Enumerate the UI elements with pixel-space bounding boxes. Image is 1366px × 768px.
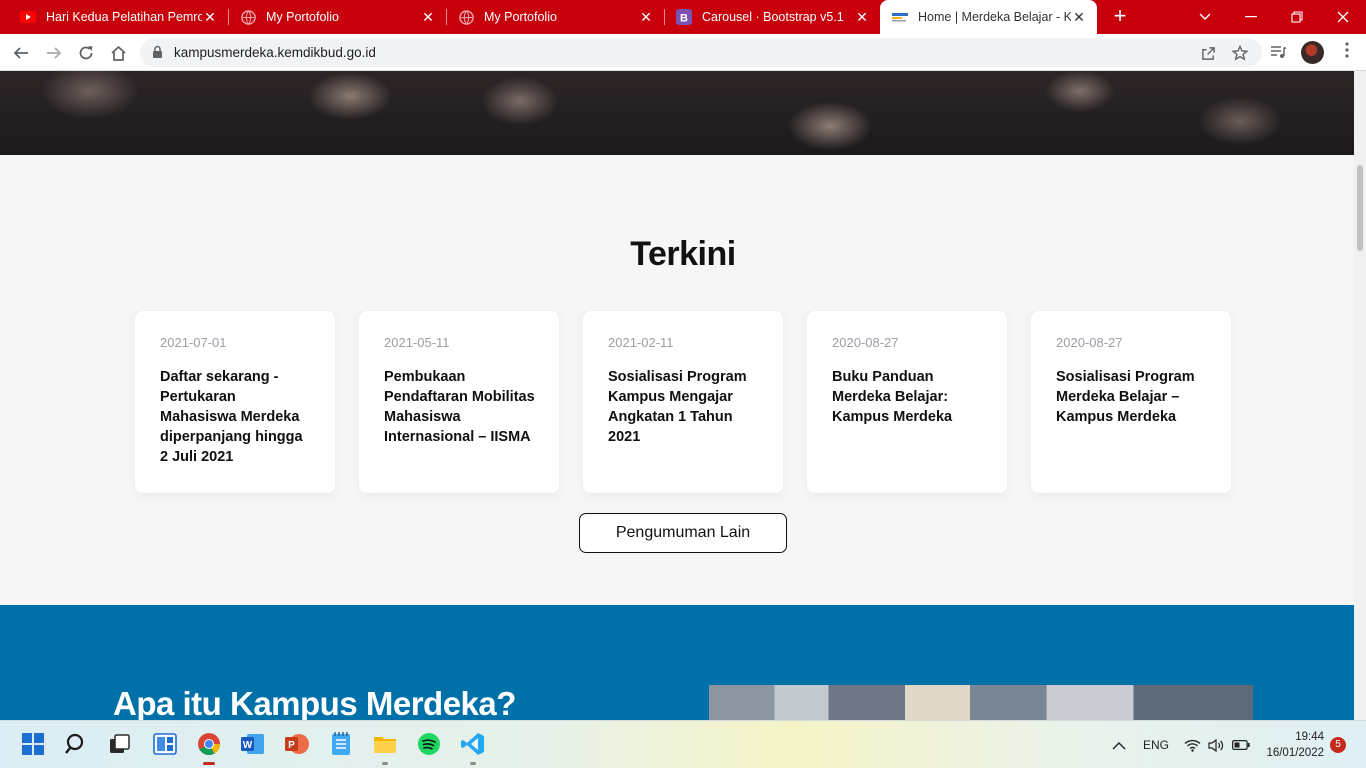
tab-title: Hari Kedua Pelatihan Pemrograman [46, 10, 202, 24]
lock-icon[interactable] [152, 45, 163, 64]
running-indicator [382, 762, 388, 765]
volume-icon[interactable] [1208, 721, 1224, 768]
chrome-icon[interactable] [196, 731, 222, 757]
tab-kampus-merdeka[interactable]: Home | Merdeka Belajar - Kampus Merdeka … [880, 0, 1097, 34]
tab-portofolio-2[interactable]: My Portofolio ✕ [446, 0, 664, 34]
news-date: 2020-08-27 [832, 335, 899, 350]
reload-button[interactable] [73, 40, 99, 66]
show-hidden-icons-button[interactable] [1112, 721, 1126, 768]
running-indicator [203, 762, 215, 765]
news-date: 2021-07-01 [160, 335, 227, 350]
restore-button[interactable] [1274, 0, 1320, 34]
svg-text:W: W [243, 740, 253, 751]
tab-bootstrap-carousel[interactable]: B Carousel · Bootstrap v5.1 ✕ [664, 0, 880, 34]
windows-start-icon[interactable] [20, 731, 46, 757]
page-scrollbar[interactable] [1354, 71, 1366, 720]
tab-title: My Portofolio [484, 10, 557, 24]
news-card[interactable]: 2020-08-27 Buku Panduan Merdeka Belajar:… [807, 311, 1007, 493]
about-title: Apa itu Kampus Merdeka? [113, 685, 516, 720]
news-title[interactable]: Sosialisasi Program Merdeka Belajar – Ka… [1056, 367, 1207, 427]
notification-badge[interactable]: 5 [1330, 737, 1346, 753]
tab-youtube[interactable]: Hari Kedua Pelatihan Pemrograman ✕ [8, 0, 228, 34]
close-window-button[interactable] [1320, 0, 1366, 34]
clock-date: 16/01/2022 [1266, 747, 1324, 759]
chevron-up-icon [1112, 741, 1126, 749]
hero-graduation-image [0, 71, 1354, 155]
news-date: 2020-08-27 [1056, 335, 1123, 350]
home-icon [110, 45, 126, 61]
kampus-merdeka-icon [892, 9, 908, 25]
news-date: 2021-02-11 [608, 335, 674, 350]
tab-title: Home | Merdeka Belajar - Kampus Merdeka [918, 10, 1071, 24]
new-tab-button[interactable]: + [1107, 4, 1133, 30]
scrollbar-thumb[interactable] [1357, 165, 1363, 251]
bootstrap-icon: B [676, 9, 692, 25]
svg-text:B: B [680, 13, 688, 25]
clock-time: 19:44 [1295, 731, 1324, 743]
language-indicator[interactable]: ENG [1143, 721, 1169, 768]
globe-icon [240, 9, 256, 25]
chevron-down-icon [1199, 13, 1211, 20]
minimize-button[interactable] [1228, 0, 1274, 34]
close-icon [1337, 11, 1349, 23]
url-text: kampusmerdeka.kemdikbud.go.id [174, 45, 376, 60]
restore-icon [1291, 11, 1303, 23]
task-view-icon[interactable] [107, 731, 133, 757]
profile-avatar[interactable] [1301, 41, 1324, 64]
news-title[interactable]: Sosialisasi Program Kampus Mengajar Angk… [608, 367, 759, 447]
tab-search-button[interactable] [1182, 0, 1228, 34]
running-indicator [470, 762, 476, 765]
search-icon[interactable] [63, 731, 89, 757]
bookmark-star-icon[interactable] [1230, 43, 1250, 63]
reload-icon [79, 46, 93, 60]
news-title[interactable]: Daftar sekarang - Pertukaran Mahasiswa M… [160, 367, 311, 467]
share-icon[interactable] [1198, 43, 1218, 63]
notepad-icon[interactable] [328, 731, 354, 757]
library-image [709, 685, 1253, 720]
powerpoint-icon[interactable]: P [284, 731, 310, 757]
widgets-icon[interactable] [152, 731, 178, 757]
youtube-icon [20, 9, 36, 25]
windows-taskbar: W P ENG 19:44 16/01/2022 5 [0, 720, 1366, 768]
news-card[interactable]: 2021-07-01 Daftar sekarang - Pertukaran … [135, 311, 335, 493]
about-section: Apa itu Kampus Merdeka? [0, 605, 1354, 720]
battery-icon[interactable] [1232, 721, 1250, 768]
spotify-icon[interactable] [416, 731, 442, 757]
back-button[interactable] [8, 40, 34, 66]
system-clock[interactable]: 19:44 16/01/2022 [1262, 729, 1324, 761]
more-announcements-button[interactable]: Pengumuman Lain [579, 513, 787, 553]
tab-portofolio-1[interactable]: My Portofolio ✕ [228, 0, 446, 34]
page-viewport: Terkini 2021-07-01 Daftar sekarang - Per… [0, 71, 1354, 720]
svg-text:P: P [288, 740, 295, 751]
news-card[interactable]: 2020-08-27 Sosialisasi Program Merdeka B… [1031, 311, 1231, 493]
file-explorer-icon[interactable] [372, 731, 398, 757]
vscode-icon[interactable] [460, 731, 486, 757]
more-menu-icon[interactable] [1337, 42, 1357, 62]
wifi-icon[interactable] [1184, 721, 1201, 768]
tab-title: Carousel · Bootstrap v5.1 [702, 10, 844, 24]
news-card[interactable]: 2021-02-11 Sosialisasi Program Kampus Me… [583, 311, 783, 493]
section-title-terkini: Terkini [630, 235, 736, 273]
home-button[interactable] [105, 40, 131, 66]
news-title[interactable]: Pembukaan Pendaftaran Mobilitas Mahasisw… [384, 367, 535, 447]
news-card[interactable]: 2021-05-11 Pembukaan Pendaftaran Mobilit… [359, 311, 559, 493]
close-tab-icon[interactable]: ✕ [420, 9, 436, 26]
globe-icon [458, 9, 474, 25]
news-date: 2021-05-11 [384, 335, 450, 350]
arrow-right-icon [47, 47, 62, 59]
close-tab-icon[interactable]: ✕ [1071, 9, 1087, 26]
close-tab-icon[interactable]: ✕ [638, 9, 654, 26]
tab-title: My Portofolio [266, 10, 339, 24]
minimize-icon [1245, 16, 1257, 18]
browser-tab-strip: Hari Kedua Pelatihan Pemrograman ✕ My Po… [0, 0, 1366, 34]
forward-button[interactable] [41, 40, 67, 66]
word-icon[interactable]: W [240, 731, 266, 757]
news-title[interactable]: Buku Panduan Merdeka Belajar: Kampus Mer… [832, 367, 983, 427]
close-tab-icon[interactable]: ✕ [854, 9, 870, 26]
close-tab-icon[interactable]: ✕ [202, 9, 218, 26]
media-queue-icon[interactable] [1268, 42, 1288, 62]
browser-toolbar: kampusmerdeka.kemdikbud.go.id [0, 34, 1366, 71]
arrow-left-icon [13, 47, 28, 59]
address-bar[interactable]: kampusmerdeka.kemdikbud.go.id [140, 38, 1262, 67]
